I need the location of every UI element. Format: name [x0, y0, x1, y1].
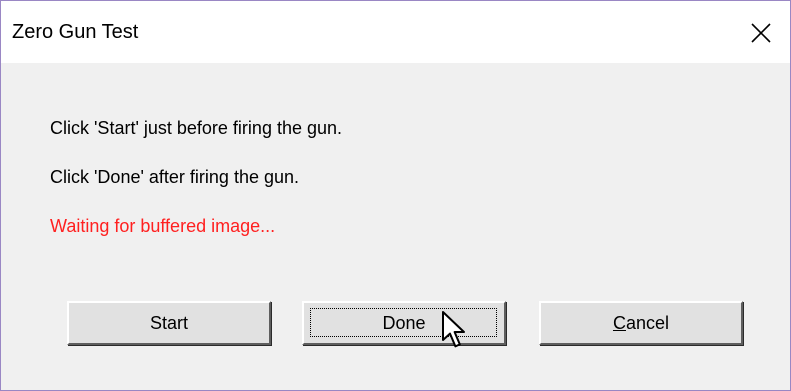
start-button[interactable]: Start	[67, 301, 271, 345]
status-message: Waiting for buffered image...	[50, 216, 276, 236]
dialog-body: Click 'Start' just before firing the gun…	[1, 63, 790, 390]
close-icon	[751, 23, 771, 43]
instruction-start: Click 'Start' just before firing the gun…	[50, 118, 343, 138]
cancel-button-label: Cancel	[613, 313, 669, 333]
close-button[interactable]	[732, 1, 790, 63]
start-button-label: Start	[149, 313, 188, 333]
zero-gun-test-dialog: Zero Gun Test Click 'Start' just before …	[0, 0, 791, 391]
cancel-accelerator-key: C	[612, 313, 626, 333]
done-button[interactable]: Done	[302, 301, 506, 345]
done-button-label: Done	[382, 313, 426, 333]
instruction-done: Click 'Done' after firing the gun.	[50, 167, 299, 187]
title-bar[interactable]: Zero Gun Test	[1, 1, 790, 63]
cancel-label-rest: ancel	[625, 313, 670, 333]
window-title: Zero Gun Test	[12, 21, 139, 43]
cancel-button[interactable]: Cancel	[539, 301, 743, 345]
